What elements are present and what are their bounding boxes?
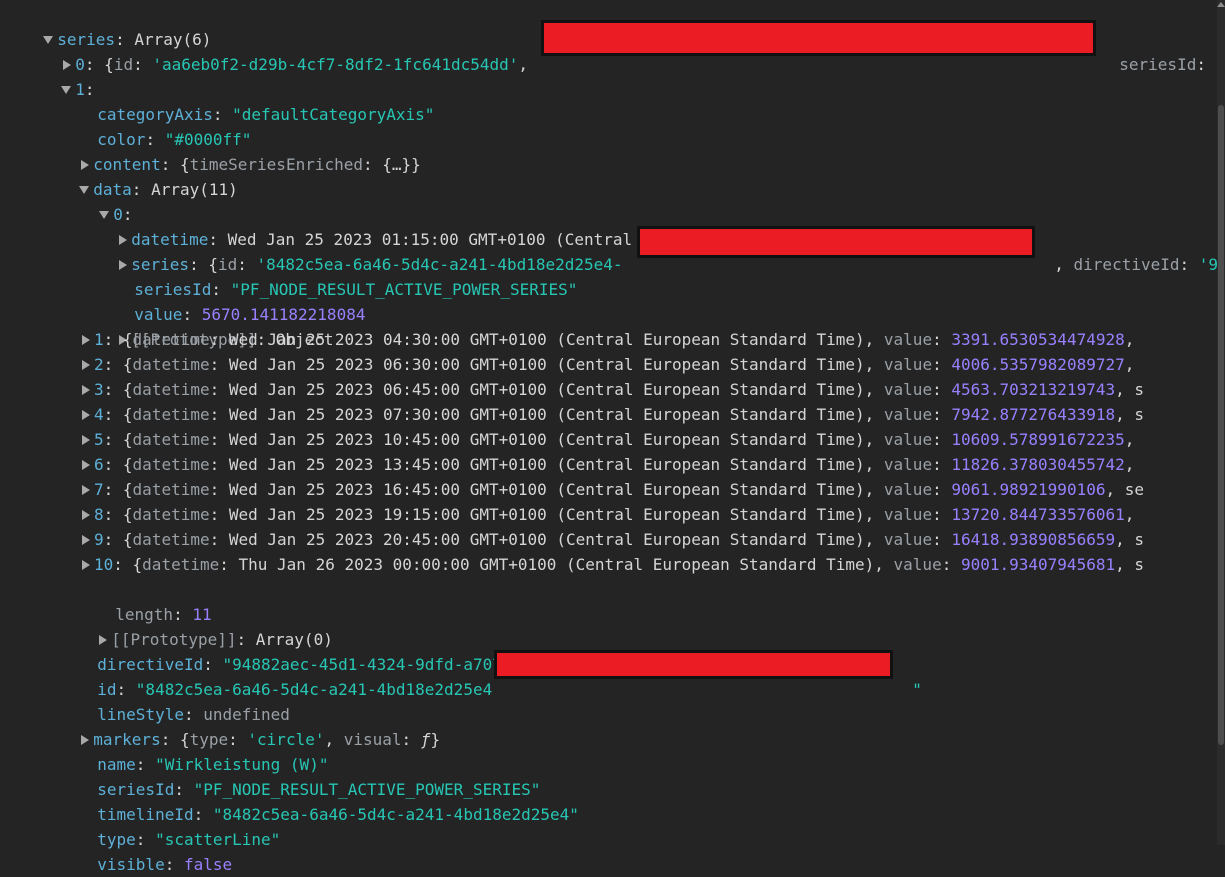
data-row-4[interactable]: 4: {datetime: Wed Jan 25 2023 07:30:00 G… [80, 402, 1144, 427]
expanded-triangle-icon[interactable] [61, 85, 72, 94]
collapsed-triangle-icon[interactable] [82, 559, 90, 570]
collapsed-triangle-icon[interactable] [82, 459, 90, 470]
prop-lineStyle: lineStyle: undefined [97, 705, 290, 724]
data-item-0-row[interactable]: 0: [80, 177, 133, 224]
prop-id-tail: " [912, 680, 922, 699]
data0-value: value: 5670.141182218084 [134, 305, 366, 324]
prop-type: type: "scatterLine" [97, 830, 281, 849]
redaction-box [494, 650, 893, 679]
prop-id: id: "8482c5ea-6a46-5d4c-a241-4bd18e2d25e… [97, 680, 493, 699]
data0-series[interactable]: series: {id: '8482c5ea-6a46-5d4c-a241-4b… [98, 227, 623, 274]
data0-prototype[interactable]: [[Prototype]]: Object [98, 302, 334, 349]
prop-name: name: "Wirkleistung (W)" [97, 755, 329, 774]
prop-content[interactable]: content: {timeSeriesEnriched: {…}} [60, 127, 421, 174]
collapsed-triangle-icon[interactable] [82, 384, 90, 395]
data-prototype[interactable]: [[Prototype]]: Array(0) [78, 602, 333, 649]
data-row-2[interactable]: 2: {datetime: Wed Jan 25 2023 06:30:00 G… [80, 352, 1134, 377]
data0-datetime[interactable]: datetime: Wed Jan 25 2023 01:15:00 GMT+0… [98, 202, 892, 249]
collapsed-triangle-icon[interactable] [82, 534, 90, 545]
prop-color: color: "#0000ff" [97, 130, 252, 149]
scrollbar-thumb[interactable] [1218, 105, 1224, 745]
data-row-6[interactable]: 6: {datetime: Wed Jan 25 2023 13:45:00 G… [80, 452, 1134, 477]
scroll-up-icon[interactable] [1217, 0, 1225, 8]
prop-timelineId: timelineId: "8482c5ea-6a46-5d4c-a241-4bd… [97, 805, 579, 824]
data-row-9[interactable]: 9: {datetime: Wed Jan 25 2023 20:45:00 G… [80, 527, 1144, 552]
series-root-row[interactable]: series: Array(6) [24, 2, 211, 49]
item0-tail: seriesId: 'a [1119, 55, 1225, 74]
data-row-10[interactable]: 10: {datetime: Thu Jan 26 2023 00:00:00 … [80, 552, 1144, 577]
collapsed-triangle-icon[interactable] [82, 409, 90, 420]
collapsed-triangle-icon[interactable] [82, 434, 90, 445]
redaction-box [541, 20, 1096, 56]
collapsed-triangle-icon[interactable] [82, 359, 90, 370]
prop-seriesId: seriesId: "PF_NODE_RESULT_ACTIVE_POWER_S… [97, 780, 541, 799]
prop-visible: visible: false [97, 855, 233, 874]
collapsed-triangle-icon[interactable] [82, 509, 90, 520]
collapsed-triangle-icon[interactable] [82, 334, 90, 345]
data0-series-tail: , directiveId: '94 [1054, 255, 1225, 274]
data-length: length: 11 [115, 605, 212, 624]
data-row-7[interactable]: 7: {datetime: Wed Jan 25 2023 16:45:00 G… [80, 477, 1144, 502]
series-item-0-row[interactable]: 0: {id: 'aa6eb0f2-d29b-4cf7-8df2-1fc641d… [42, 27, 528, 74]
prop-categoryAxis: categoryAxis: "defaultCategoryAxis" [97, 105, 435, 124]
collapsed-triangle-icon[interactable] [82, 484, 90, 495]
prop-markers[interactable]: markers: {type: 'circle', visual: ƒ} [60, 702, 440, 749]
prop-directiveId: directiveId: "94882aec-45d1-4324-9dfd-a7… [97, 655, 589, 674]
data-row-8[interactable]: 8: {datetime: Wed Jan 25 2023 19:15:00 G… [80, 502, 1134, 527]
data0-seriesId: seriesId: "PF_NODE_RESULT_ACTIVE_POWER_S… [134, 280, 578, 299]
series-item-1-row[interactable]: 1: [42, 52, 95, 99]
prop-data[interactable]: data: Array(11) [60, 152, 238, 199]
data-row-3[interactable]: 3: {datetime: Wed Jan 25 2023 06:45:00 G… [80, 377, 1144, 402]
redaction-box [637, 226, 1035, 258]
data-row-1[interactable]: 1: {datetime: Wed Jan 25 2023 04:30:00 G… [80, 327, 1134, 352]
item0-id-value: 'aa6eb0f2-d29b-4cf7-8df2-1fc641dc54dd' [152, 55, 519, 74]
vertical-scrollbar[interactable] [1217, 0, 1225, 845]
data-row-5[interactable]: 5: {datetime: Wed Jan 25 2023 10:45:00 G… [80, 427, 1134, 452]
